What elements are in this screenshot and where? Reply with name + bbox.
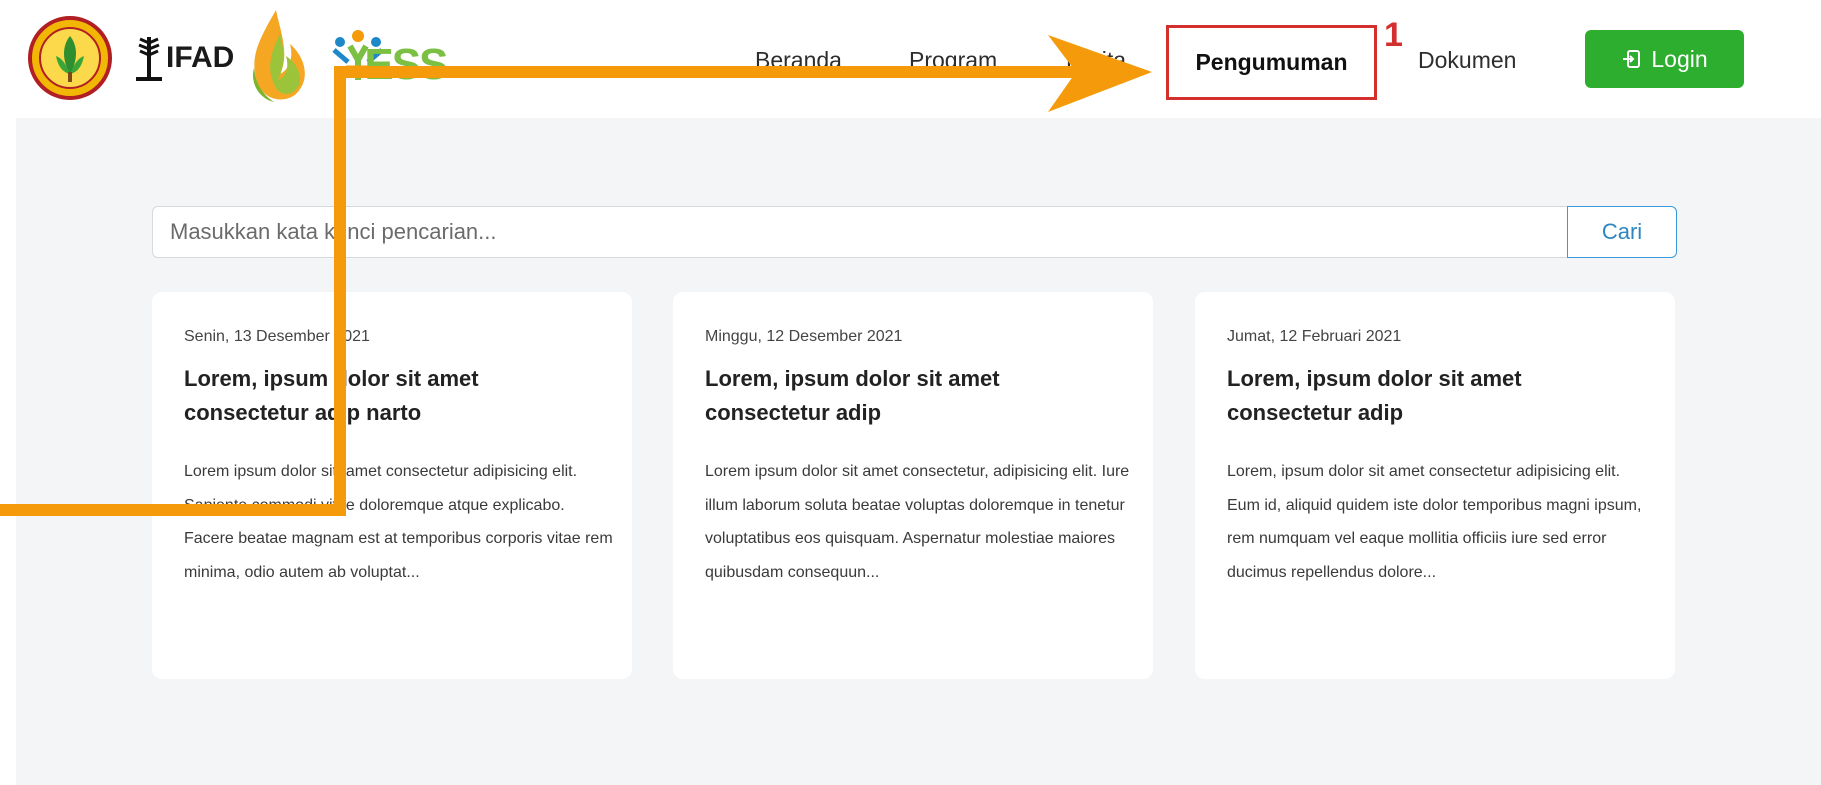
card-excerpt: Lorem ipsum dolor sit amet consectetur, …	[705, 463, 1130, 581]
search-bar: Cari	[152, 206, 1677, 258]
nav-item-label: Program	[909, 46, 998, 73]
ifad-logo[interactable]: IFAD	[132, 33, 234, 83]
card-excerpt: Lorem, ipsum dolor sit amet consectetur …	[1227, 463, 1642, 581]
yess-logo[interactable]: ESS	[316, 12, 448, 104]
search-button[interactable]: Cari	[1567, 206, 1677, 258]
login-icon	[1623, 50, 1641, 68]
nav-item-label: Beranda	[755, 46, 842, 73]
card-date: Jumat, 12 Februari 2021	[1227, 328, 1402, 345]
card-date: Senin, 13 Desember 2021	[184, 328, 370, 345]
nav-item-pengumuman[interactable]: Pengumuman	[1166, 25, 1377, 100]
flame-logo	[253, 10, 306, 102]
search-input[interactable]	[152, 206, 1567, 258]
nav-item-label: Dokumen	[1418, 46, 1517, 73]
login-button-label: Login	[1651, 45, 1708, 72]
card-date: Minggu, 12 Desember 2021	[705, 328, 903, 345]
card-title[interactable]: Lorem, ipsum dolor sit amet consectetur …	[184, 362, 604, 430]
nav-item-program[interactable]: Program	[909, 30, 997, 90]
nav-item-label: Pengumuman	[1195, 49, 1348, 75]
card-excerpt: Lorem ipsum dolor sit, amet consectetur …	[184, 463, 613, 581]
nav-item-label: Berita	[1066, 46, 1127, 73]
announcement-card[interactable]: Jumat, 12 Februari 2021 Lorem, ipsum dol…	[1195, 292, 1675, 679]
card-title[interactable]: Lorem, ipsum dolor sit amet consectetur …	[1227, 362, 1647, 430]
site-header: IFAD ESS Beranda Program Berita Pengumum…	[0, 0, 1821, 118]
step-number-annotation: 1	[1384, 16, 1403, 54]
login-button[interactable]: Login	[1585, 30, 1744, 88]
announcement-card[interactable]: Senin, 13 Desember 2021 Lorem, ipsum dol…	[152, 292, 632, 679]
search-button-label: Cari	[1601, 219, 1643, 244]
yess-logo-text: ESS	[364, 40, 448, 89]
announcement-card[interactable]: Minggu, 12 Desember 2021 Lorem, ipsum do…	[673, 292, 1153, 679]
nav-item-beranda[interactable]: Beranda	[755, 30, 842, 90]
nav-item-berita[interactable]: Berita	[1066, 30, 1126, 90]
card-title[interactable]: Lorem, ipsum dolor sit amet consectetur …	[705, 362, 1125, 430]
ministry-seal-logo[interactable]	[28, 16, 112, 100]
ifad-logo-text: IFAD	[166, 41, 235, 74]
logo-group: IFAD ESS	[28, 8, 448, 108]
ifad-wheat-icon	[136, 37, 162, 81]
nav-item-dokumen[interactable]: Dokumen	[1418, 30, 1516, 90]
